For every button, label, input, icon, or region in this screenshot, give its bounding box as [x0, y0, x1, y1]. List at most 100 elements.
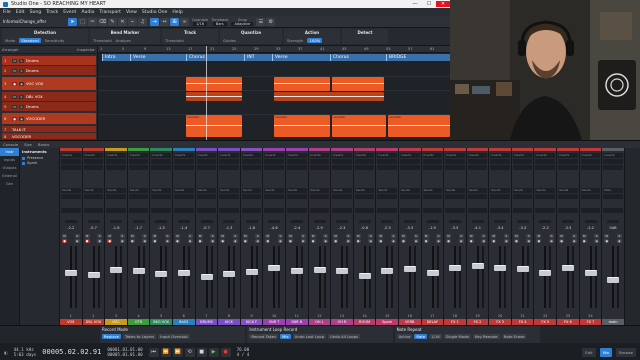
nav-instruments[interactable]: Instr: [0, 148, 19, 156]
volume-fader[interactable]: [268, 265, 281, 271]
mute-button[interactable]: M: [287, 234, 293, 238]
mute-button[interactable]: M: [12, 94, 17, 99]
audio-clip[interactable]: [274, 77, 330, 91]
stop-icon[interactable]: ■: [196, 347, 207, 357]
volume-readout[interactable]: -1.9: [422, 226, 444, 230]
insert-slot[interactable]: [286, 159, 307, 164]
mute-button[interactable]: M: [559, 234, 565, 238]
monitor-button[interactable]: ◉: [390, 239, 396, 243]
monitor-button[interactable]: ◉: [19, 81, 24, 86]
insert-slot[interactable]: [241, 159, 262, 164]
record-arm-button[interactable]: ●: [265, 239, 271, 243]
volume-readout[interactable]: -2.9: [309, 226, 331, 230]
sends-slot[interactable]: Sends: [286, 188, 307, 193]
send-slot[interactable]: [61, 194, 81, 199]
volume-fader[interactable]: [336, 268, 349, 274]
record-arm-button[interactable]: ●: [446, 239, 452, 243]
volume-readout[interactable]: -0.7: [196, 226, 218, 230]
insert-slot[interactable]: [490, 159, 510, 164]
solo-button[interactable]: S: [481, 234, 487, 238]
monitor-button[interactable]: ◉: [368, 239, 374, 243]
song-name[interactable]: InformalChange_offer: [3, 19, 65, 24]
record-arm-button[interactable]: ●: [310, 239, 316, 243]
solo-button[interactable]: S: [368, 234, 374, 238]
snap-icon[interactable]: ⊞: [170, 17, 179, 26]
volume-fader[interactable]: [607, 277, 620, 283]
insert-slot[interactable]: Inserts: [467, 153, 488, 158]
solo-button[interactable]: S: [571, 234, 577, 238]
menu-view[interactable]: View: [126, 10, 137, 15]
insert-slot[interactable]: [377, 159, 397, 164]
record-icon[interactable]: ●: [220, 347, 231, 357]
cue-mix-slot[interactable]: [354, 208, 375, 213]
volume-fader[interactable]: [313, 267, 326, 273]
insert-slot[interactable]: Inserts: [603, 153, 623, 158]
volume-fader[interactable]: [290, 268, 303, 274]
edit-tab[interactable]: Edit: [582, 347, 596, 357]
minimize-button[interactable]: —: [408, 1, 422, 7]
loop-range[interactable]: 00001.01.01.00 00005.01.01.00: [107, 347, 142, 357]
track-row[interactable]: 2 MS Drums: [2, 66, 96, 75]
volume-readout[interactable]: -2.2: [60, 226, 82, 230]
volume-fader[interactable]: [358, 273, 371, 279]
arrow-tool-icon[interactable]: ➤: [68, 17, 77, 26]
bend-tool-icon[interactable]: ⌁: [128, 17, 137, 26]
insert-slot[interactable]: Inserts: [196, 153, 217, 158]
volume-fader[interactable]: [65, 270, 77, 276]
record-arm-button[interactable]: ●: [84, 239, 90, 243]
vocoder-clip[interactable]: vocoder: [186, 115, 242, 137]
insert-slot[interactable]: Inserts: [422, 153, 443, 158]
mute-button[interactable]: M: [12, 68, 17, 73]
follow-icon[interactable]: ⇥: [150, 17, 159, 26]
send-slot[interactable]: [445, 194, 465, 199]
volume-fader[interactable]: [562, 265, 575, 271]
position-display[interactable]: 00005.02.02.91: [42, 348, 101, 356]
insert-slot[interactable]: [61, 159, 81, 164]
sends-slot[interactable]: Sends: [241, 188, 262, 193]
cue-mix-slot[interactable]: [399, 208, 420, 213]
insert-slot[interactable]: Inserts: [558, 153, 578, 158]
record-arm-button[interactable]: ●: [197, 239, 203, 243]
menu-event[interactable]: Event: [63, 10, 76, 15]
paint-tool-icon[interactable]: ✎: [108, 17, 117, 26]
arranger-section[interactable]: INT: [244, 54, 272, 61]
pan-knob[interactable]: [494, 220, 507, 223]
pan-knob[interactable]: [471, 220, 484, 223]
insert-slot[interactable]: Inserts: [354, 153, 375, 158]
solo-button[interactable]: S: [255, 234, 261, 238]
mute-button[interactable]: M: [84, 234, 90, 238]
monitor-button[interactable]: ◉: [616, 239, 622, 243]
track-name[interactable]: Drums: [26, 104, 39, 109]
insert-slot[interactable]: [354, 165, 375, 170]
volume-readout[interactable]: -2.2: [534, 226, 556, 230]
insert-slot[interactable]: [128, 159, 149, 164]
mute-button[interactable]: M: [604, 234, 610, 238]
vocoder-clip[interactable]: vocoder: [332, 115, 386, 137]
insert-slot[interactable]: [309, 165, 330, 170]
send-slot[interactable]: [196, 194, 217, 199]
insert-slot[interactable]: [422, 165, 443, 170]
insert-slot[interactable]: Inserts: [264, 153, 284, 158]
insert-slot[interactable]: Inserts: [241, 153, 262, 158]
vocoder-clip[interactable]: vocoder: [274, 115, 330, 137]
insert-slot[interactable]: [445, 165, 465, 170]
volume-readout[interactable]: -2.2: [580, 226, 602, 230]
insert-slot[interactable]: [61, 165, 81, 170]
mode-value[interactable]: Standard: [19, 38, 41, 43]
menu-help[interactable]: Help: [172, 10, 182, 15]
record-arm-button[interactable]: ●: [333, 239, 339, 243]
insert-slot[interactable]: [558, 159, 578, 164]
mute-button[interactable]: M: [468, 234, 474, 238]
solo-button[interactable]: S: [210, 234, 216, 238]
mute-button[interactable]: M: [107, 234, 113, 238]
sends-slot[interactable]: Sends: [580, 188, 601, 193]
sends-slot[interactable]: Main: [603, 188, 623, 193]
instrument-item[interactable]: Spark: [22, 161, 57, 165]
listen-tool-icon[interactable]: ♫: [138, 17, 147, 26]
sends-slot[interactable]: Sends: [445, 188, 465, 193]
quantize-field[interactable]: Quantize 1/16: [192, 18, 208, 26]
monitor-button[interactable]: ◉: [164, 239, 170, 243]
insert-slot[interactable]: [151, 159, 171, 164]
inspector-icon[interactable]: ☰: [256, 17, 266, 26]
send-slot[interactable]: [354, 194, 375, 199]
